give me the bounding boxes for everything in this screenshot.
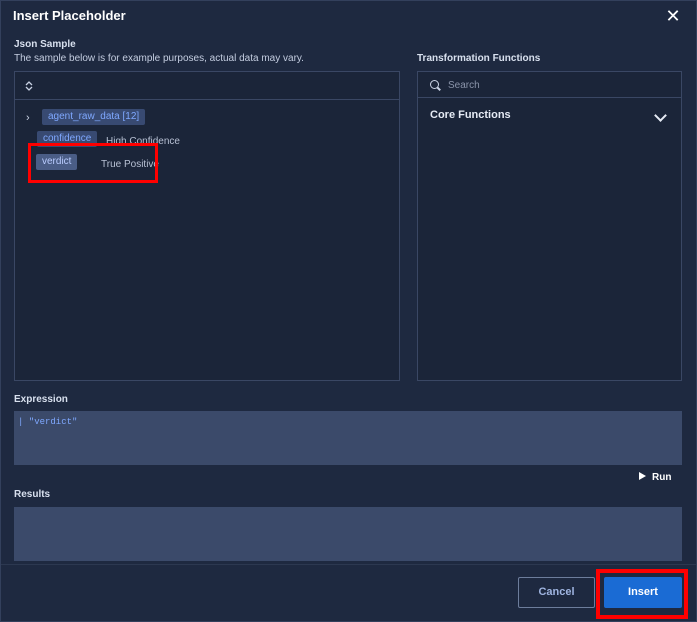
search-icon [430, 80, 439, 89]
json-key-tag[interactable]: agent_raw_data [12] [42, 109, 146, 125]
results-label: Results [14, 489, 51, 500]
search-input[interactable] [448, 76, 668, 94]
expression-text: | "verdict" [18, 417, 78, 427]
run-button[interactable]: Run [639, 472, 671, 486]
search-box [418, 72, 681, 98]
json-sample-description: The sample below is for example purposes… [14, 53, 304, 64]
insert-placeholder-dialog: Insert Placeholder ✕ Json Sample The sam… [0, 0, 697, 622]
results-output [14, 507, 682, 561]
expression-label: Expression [14, 394, 68, 405]
core-functions-label: Core Functions [430, 109, 511, 121]
chevron-down-icon [654, 109, 667, 122]
run-label: Run [652, 472, 672, 483]
play-icon [639, 472, 646, 480]
dialog-title: Insert Placeholder [13, 8, 126, 23]
close-icon[interactable]: ✕ [663, 6, 683, 26]
json-toolbar [15, 72, 399, 100]
expression-input[interactable]: | "verdict" [14, 411, 682, 465]
verdict-highlight-box [28, 143, 158, 183]
json-sample-panel: › agent_raw_data [12] confidence High Co… [14, 71, 400, 381]
insert-button[interactable]: Insert [604, 577, 682, 608]
json-sample-label: Json Sample [14, 39, 76, 50]
core-functions-accordion[interactable]: Core Functions [418, 102, 681, 130]
cancel-button[interactable]: Cancel [518, 577, 595, 608]
sort-icon[interactable] [24, 80, 34, 92]
chevron-right-icon[interactable]: › [26, 112, 30, 124]
footer-divider [1, 564, 696, 565]
transformation-functions-label: Transformation Functions [417, 53, 541, 64]
sort-icon-svg [25, 81, 33, 91]
transformation-functions-panel: Core Functions [417, 71, 682, 381]
